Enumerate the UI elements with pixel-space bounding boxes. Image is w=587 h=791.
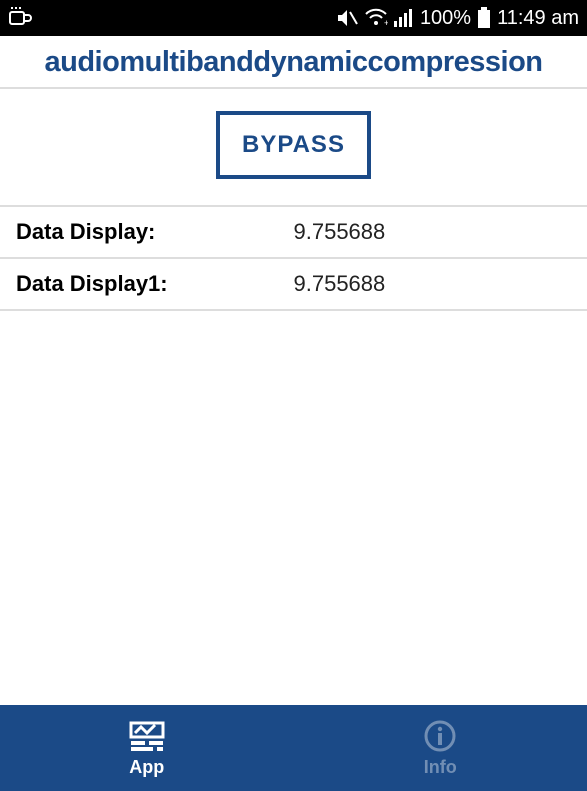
data-row: Data Display: 9.755688 [0, 207, 587, 259]
signal-icon [394, 9, 414, 27]
app-icon [127, 719, 167, 753]
data-label: Data Display: [16, 219, 294, 245]
battery-percent: 100% [420, 7, 471, 30]
bypass-section: BYPASS [0, 89, 587, 207]
bottom-nav: App Info [0, 705, 587, 791]
tab-app[interactable]: App [0, 705, 294, 791]
battery-icon [477, 7, 491, 29]
data-label: Data Display1: [16, 271, 294, 297]
data-value: 9.755688 [294, 219, 386, 245]
page-title: audiomultibanddynamiccompression [8, 46, 579, 79]
status-right: + 100% 11:49 am [336, 7, 579, 30]
screen: + 100% 11:49 am audiomu [0, 0, 587, 791]
svg-text:+: + [384, 18, 388, 28]
clock-time: 11:49 am [497, 7, 579, 30]
wifi-icon: + [364, 8, 388, 28]
status-bar: + 100% 11:49 am [0, 0, 587, 36]
mute-icon [336, 8, 358, 28]
status-left [8, 7, 32, 29]
content-area [0, 311, 587, 705]
tab-info-label: Info [424, 757, 457, 778]
tab-app-label: App [129, 757, 164, 778]
info-icon [420, 719, 460, 753]
data-value: 9.755688 [294, 271, 386, 297]
coffee-icon [8, 7, 32, 29]
bypass-button[interactable]: BYPASS [216, 111, 371, 179]
title-bar: audiomultibanddynamiccompression [0, 36, 587, 89]
tab-info[interactable]: Info [294, 705, 587, 791]
data-row: Data Display1: 9.755688 [0, 259, 587, 311]
